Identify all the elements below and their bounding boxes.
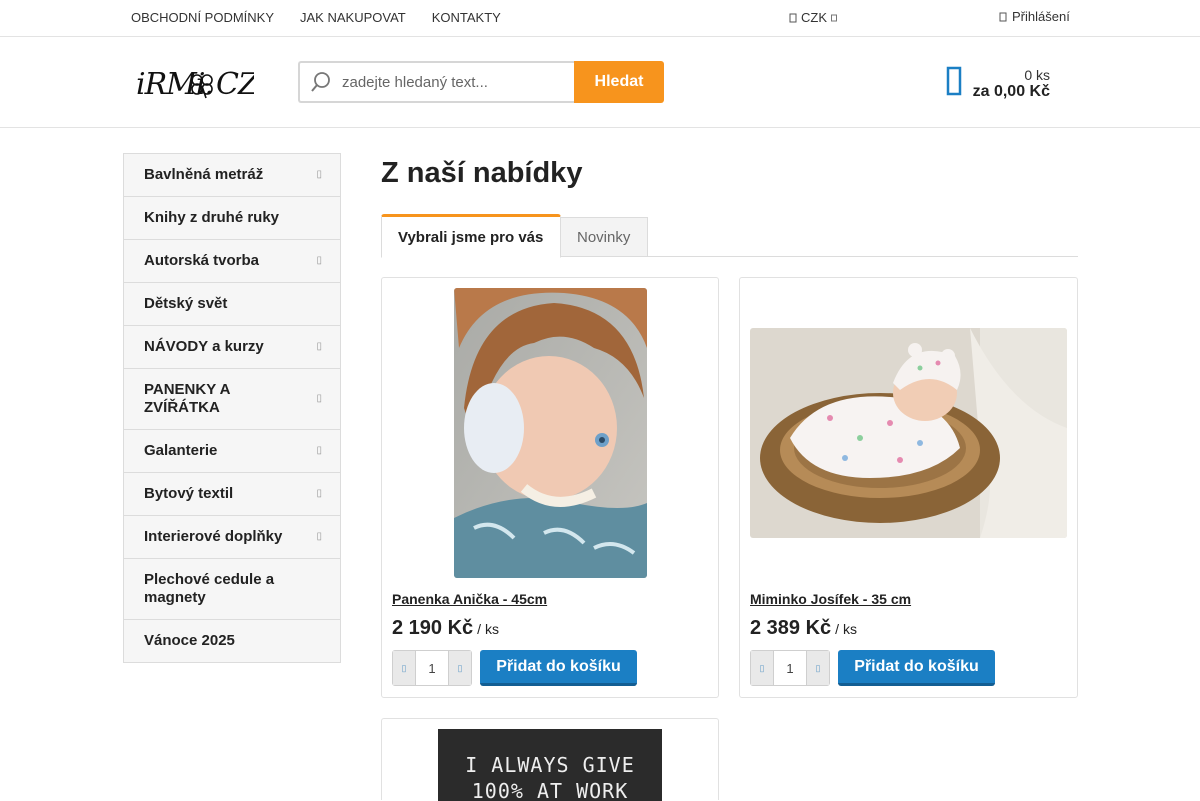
sidebar-item-label: Autorská tvorba	[144, 252, 260, 269]
sidebar-item-label: PANENKY A ZVÍŘÁTKA	[144, 381, 230, 416]
svg-text:CZ: CZ	[216, 67, 254, 102]
tab-new[interactable]: Novinky	[561, 217, 648, 257]
minus-icon: ▯	[759, 662, 765, 673]
category-sidebar: Bavlněná metráž ▯ Knihy z druhé ruky Auto…	[123, 153, 341, 663]
price-unit: / ks	[477, 621, 499, 637]
sidebar-item-haberdashery[interactable]: Galanterie ▯	[124, 430, 340, 473]
product-image[interactable]	[454, 288, 647, 578]
quantity-stepper: ▯ 1 ▯	[750, 650, 830, 686]
sidebar-item-label: Plechové cedule a magnety	[144, 571, 275, 606]
chevron-right-icon: ▯	[316, 445, 322, 456]
tab-recommended[interactable]: Vybrali jsme pro vás	[381, 214, 561, 258]
search-field-wrapper	[298, 61, 574, 103]
product-card: I ALWAYS GIVE 100% AT WORK	[381, 718, 719, 801]
add-to-cart-button[interactable]: Přidat do košíku	[480, 650, 637, 686]
top-bar: OBCHODNÍ PODMÍNKY JAK NAKUPOVAT KONTAKTY…	[0, 0, 1200, 37]
decrement-button[interactable]: ▯	[393, 651, 415, 685]
plus-icon: ▯	[815, 662, 821, 673]
doll-photo	[454, 288, 647, 578]
cart-total: za 0,00 Kč	[972, 83, 1050, 100]
sidebar-item-kids-world[interactable]: Dětský svět	[124, 283, 340, 326]
price-value: 2 389 Kč	[750, 617, 832, 639]
chevron-right-icon: ▯	[316, 341, 322, 352]
price-unit: / ks	[835, 621, 857, 637]
nav-link-terms[interactable]: OBCHODNÍ PODMÍNKY	[131, 10, 274, 25]
minus-icon: ▯	[401, 662, 407, 673]
product-name[interactable]: Panenka Anička - 45cm	[392, 591, 547, 607]
increment-button[interactable]: ▯	[449, 651, 471, 685]
login-label: Přihlášení	[1012, 9, 1070, 24]
sidebar-item-dolls-animals[interactable]: PANENKY A ZVÍŘÁTKA ▯	[124, 369, 340, 430]
currency-selector[interactable]: CZK	[789, 10, 837, 25]
search-button[interactable]: Hledat	[574, 61, 664, 103]
price-value: 2 190 Kč	[392, 617, 474, 639]
logo-text: iRMi.	[136, 67, 213, 102]
quantity-stepper: ▯ 1 ▯	[392, 650, 472, 686]
sidebar-item-label: Knihy z druhé ruky	[144, 209, 280, 226]
currency-label: CZK	[801, 10, 827, 25]
sidebar-item-label: Dětský svět	[144, 295, 228, 312]
top-nav: OBCHODNÍ PODMÍNKY JAK NAKUPOVAT KONTAKTY	[131, 10, 501, 25]
page-title: Z naší nabídky	[381, 157, 583, 189]
sidebar-item-author-work[interactable]: Autorská tvorba ▯	[124, 240, 340, 283]
sidebar-item-label: Vánoce 2025	[144, 632, 235, 649]
cart-count: 0 ks	[1024, 67, 1050, 83]
baby-doll-photo	[750, 328, 1067, 538]
chevron-right-icon: ▯	[316, 488, 322, 499]
sidebar-item-christmas[interactable]: Vánoce 2025	[124, 620, 340, 662]
sidebar-item-label: Interierové doplňky	[144, 528, 283, 545]
product-image[interactable]: I ALWAYS GIVE 100% AT WORK	[438, 729, 662, 801]
sidebar-item-home-textile[interactable]: Bytový textil ▯	[124, 473, 340, 516]
decrement-button[interactable]: ▯	[751, 651, 773, 685]
nav-link-how-to-buy[interactable]: JAK NAKUPOVAT	[300, 10, 406, 25]
chevron-right-icon: ▯	[316, 169, 322, 180]
quantity-value[interactable]: 1	[415, 651, 449, 685]
search-icon	[311, 72, 330, 92]
logo-graphic: iRMi. CZ	[136, 67, 261, 102]
increment-button[interactable]: ▯	[807, 651, 829, 685]
chevron-right-icon: ▯	[316, 255, 322, 266]
quantity-value[interactable]: 1	[773, 651, 807, 685]
product-card: Panenka Anička - 45cm 2 190 Kč / ks ▯ 1 ▯…	[381, 277, 719, 698]
nav-link-contacts[interactable]: KONTAKTY	[432, 10, 501, 25]
header: iRMi. CZ Hledat 0 ks za 0,00 Kč	[0, 37, 1200, 128]
sign-line-2: 100% AT WORK	[471, 779, 629, 801]
coin-icon	[789, 13, 797, 22]
add-to-cart-button[interactable]: Přidat do košíku	[838, 650, 995, 686]
sidebar-item-label: Galanterie	[144, 442, 218, 459]
sidebar-item-label: Bavlněná metráž	[144, 166, 264, 183]
search-form: Hledat	[298, 61, 664, 103]
product-price: 2 190 Kč / ks	[392, 617, 499, 640]
sidebar-item-interior-accessories[interactable]: Interierové doplňky ▯	[124, 516, 340, 559]
sidebar-item-metal-signs[interactable]: Plechové cedule a magnety	[124, 559, 340, 620]
chevron-right-icon: ▯	[316, 393, 322, 404]
sign-line-1: I ALWAYS GIVE	[465, 753, 635, 777]
login-link[interactable]: Přihlášení	[999, 9, 1070, 24]
site-logo[interactable]: iRMi. CZ	[136, 64, 261, 112]
product-price: 2 389 Kč / ks	[750, 617, 857, 640]
product-name[interactable]: Miminko Josífek - 35 cm	[750, 591, 911, 607]
product-card: Miminko Josífek - 35 cm 2 389 Kč / ks ▯ 1…	[739, 277, 1078, 698]
sidebar-item-tutorials[interactable]: NÁVODY a kurzy ▯	[124, 326, 340, 369]
search-input[interactable]	[342, 73, 562, 91]
user-icon	[999, 12, 1007, 21]
product-tabs: Vybrali jsme pro vás Novinky	[381, 214, 1078, 258]
cart-icon	[946, 66, 962, 96]
sidebar-item-label: Bytový textil	[144, 485, 234, 502]
plus-icon: ▯	[457, 662, 463, 673]
sidebar-item-cotton-fabric[interactable]: Bavlněná metráž ▯	[124, 154, 340, 197]
chevron-right-icon: ▯	[316, 531, 322, 542]
cart-widget[interactable]: 0 ks za 0,00 Kč	[946, 62, 1050, 106]
product-image[interactable]	[750, 328, 1067, 538]
chevron-down-icon	[831, 14, 837, 21]
sidebar-item-label: NÁVODY a kurzy	[144, 338, 264, 355]
sidebar-item-used-books[interactable]: Knihy z druhé ruky	[124, 197, 340, 240]
